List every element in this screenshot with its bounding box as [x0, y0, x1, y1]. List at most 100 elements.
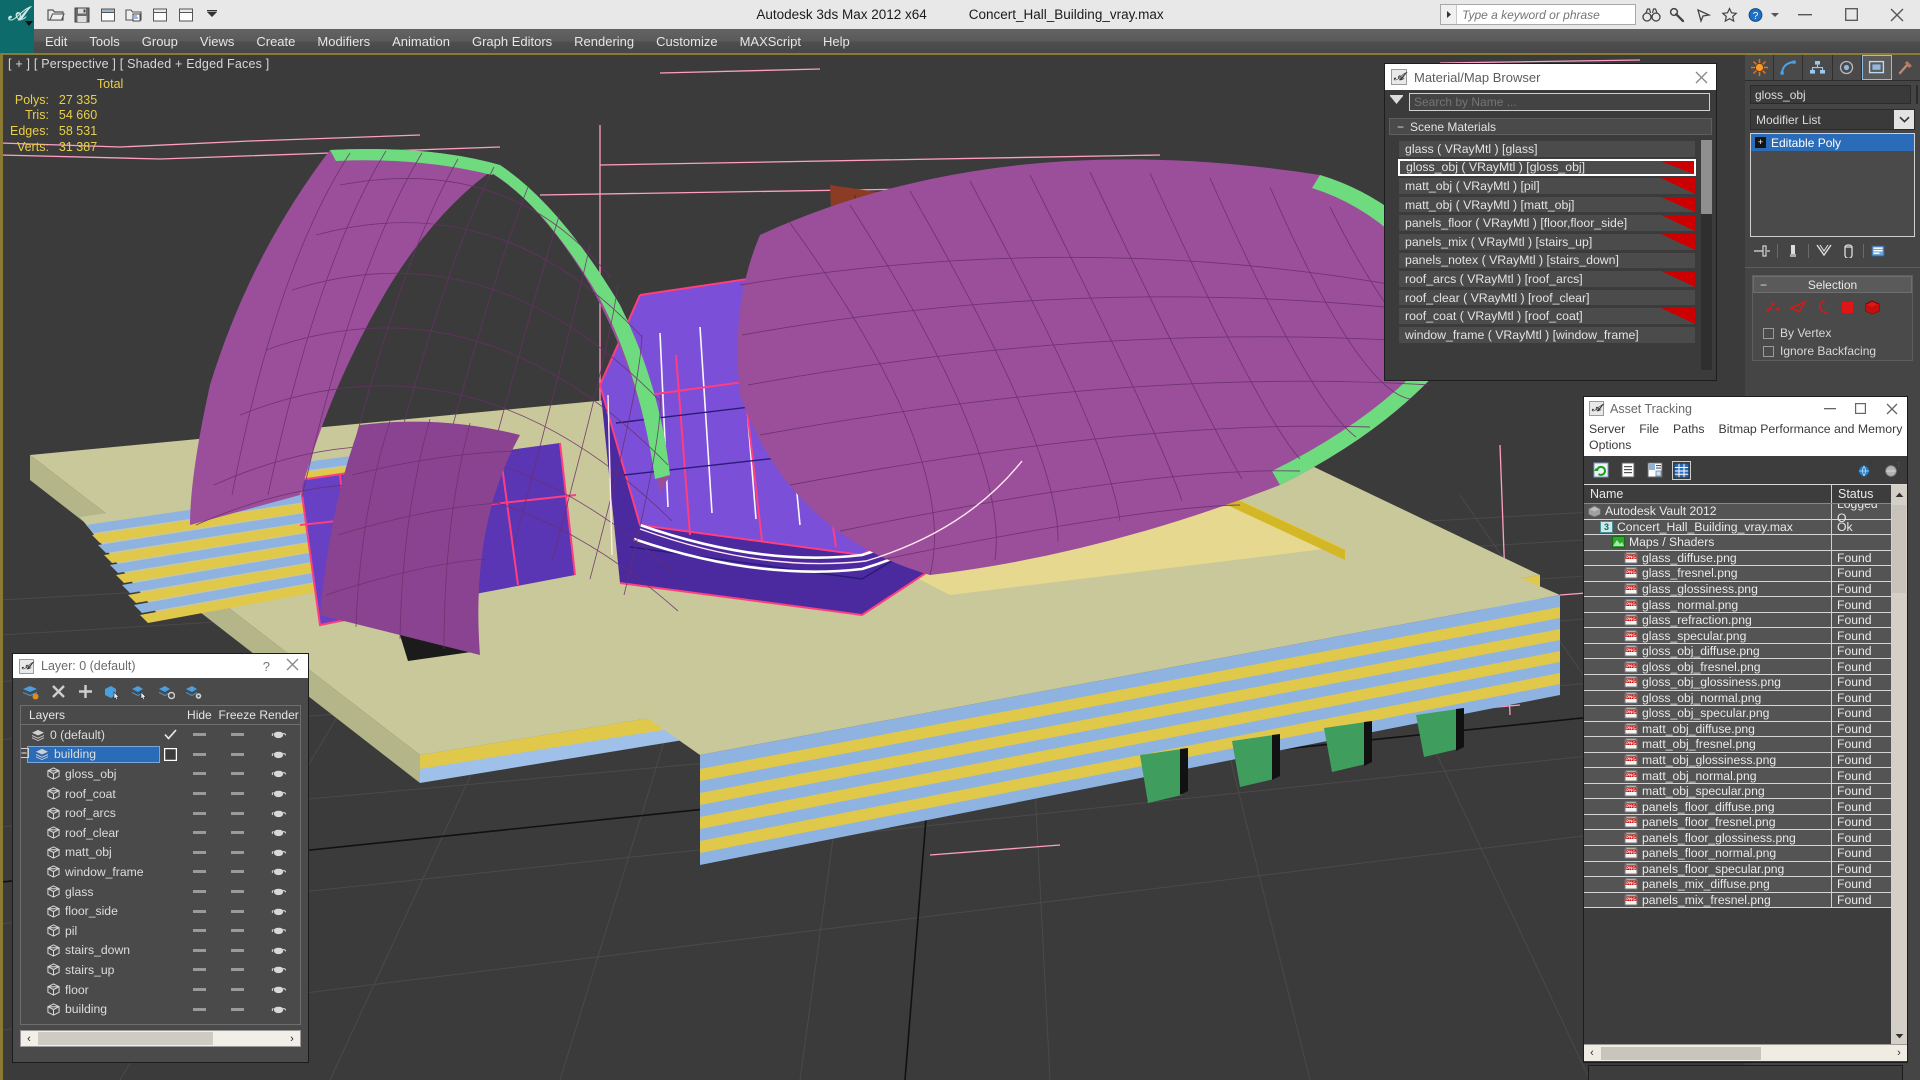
material-list-item[interactable]: panels_notex ( VRayMtl ) [stairs_down]: [1398, 251, 1696, 270]
layer-row[interactable]: matt_obj: [21, 843, 300, 863]
project-folder-icon[interactable]: [122, 3, 146, 26]
layer-row[interactable]: 0 (default): [21, 725, 300, 745]
freeze-toggle-cell[interactable]: [216, 850, 258, 854]
minimize-button[interactable]: [1782, 0, 1828, 29]
column-header-freeze[interactable]: Freeze: [216, 706, 258, 724]
render-toggle-cell[interactable]: [258, 729, 300, 740]
column-header-render[interactable]: Render: [258, 706, 300, 724]
modifier-list-dropdown[interactable]: Modifier List: [1750, 109, 1915, 130]
layer-row[interactable]: roof_coat: [21, 784, 300, 804]
menu-edit[interactable]: Edit: [34, 29, 78, 54]
help-question-icon[interactable]: ?: [263, 659, 270, 674]
add-layer-icon[interactable]: [76, 683, 94, 701]
new-scene-icon[interactable]: [96, 3, 120, 26]
remove-modifier-icon[interactable]: [1839, 242, 1857, 259]
render-toggle-cell[interactable]: [258, 827, 300, 838]
asset-table-row[interactable]: PNG glass_diffuse.png Found: [1584, 550, 1907, 567]
material-list[interactable]: glass ( VRayMtl ) [glass] gloss_obj ( VRa…: [1398, 140, 1696, 370]
layer-row[interactable]: roof_clear: [21, 823, 300, 843]
modifier-stack-item-editable-poly[interactable]: + Editable Poly: [1751, 134, 1914, 151]
freeze-toggle-cell[interactable]: [216, 1007, 258, 1011]
menu-create[interactable]: Create: [245, 29, 306, 54]
material-list-item[interactable]: matt_obj ( VRayMtl ) [matt_obj]: [1398, 195, 1696, 214]
asset-table-row[interactable]: PNG panels_mix_diffuse.png Found: [1584, 877, 1907, 893]
chevron-down-icon[interactable]: [1894, 110, 1914, 129]
wrench-icon[interactable]: [1664, 3, 1690, 27]
material-list-item[interactable]: panels_mix ( VRayMtl ) [stairs_up]: [1398, 232, 1696, 251]
layer-row[interactable]: stairs_up: [21, 960, 300, 980]
menu-file[interactable]: File: [1639, 421, 1667, 437]
close-button[interactable]: [1874, 0, 1920, 29]
close-icon[interactable]: [1692, 68, 1710, 86]
hide-toggle-cell[interactable]: [182, 831, 216, 835]
minimize-button[interactable]: [1814, 397, 1845, 420]
asset-table-row[interactable]: PNG panels_floor_diffuse.png Found: [1584, 799, 1907, 815]
menu-help[interactable]: Help: [812, 29, 861, 54]
polygon-sub-object-icon[interactable]: [1840, 300, 1855, 320]
material-list-item[interactable]: roof_arcs ( VRayMtl ) [roof_arcs]: [1398, 270, 1696, 288]
material-list-scrollbar[interactable]: [1701, 140, 1712, 370]
scrollbar-thumb[interactable]: [1892, 505, 1906, 593]
freeze-toggle-cell[interactable]: [216, 792, 258, 796]
expand-collapse-icon[interactable]: [21, 745, 29, 763]
layer-row[interactable]: stairs_down: [21, 941, 300, 961]
asset-table-hscrollbar[interactable]: ‹ ›: [1584, 1044, 1907, 1061]
menu-rendering[interactable]: Rendering: [563, 29, 645, 54]
close-icon[interactable]: [286, 658, 299, 676]
render-toggle-cell[interactable]: [258, 886, 300, 897]
freeze-toggle-cell[interactable]: [216, 948, 258, 952]
modify-tab[interactable]: [1774, 55, 1804, 80]
new-layer-icon[interactable]: [22, 683, 40, 701]
asset-table-row[interactable]: Autodesk Vault 2012 Logged O: [1584, 504, 1907, 525]
freeze-toggle-cell[interactable]: [216, 811, 258, 815]
checkbox-ignore-backfacing[interactable]: Ignore Backfacing: [1753, 342, 1912, 360]
scroll-left-icon[interactable]: ‹: [1584, 1047, 1600, 1059]
expand-plus-icon[interactable]: +: [1755, 137, 1766, 148]
checkbox-by-vertex[interactable]: By Vertex: [1753, 324, 1912, 342]
menu-options[interactable]: Options: [1589, 437, 1639, 453]
app-menu-caret-icon[interactable]: [25, 21, 33, 26]
asset-tracking-window[interactable]: 𝒜 Asset Tracking Server File Paths Bitma…: [1583, 396, 1911, 1080]
material-list-item[interactable]: matt_obj ( VRayMtl ) [pil]: [1398, 177, 1696, 195]
asset-table-row[interactable]: PNG matt_obj_diffuse.png Found: [1584, 721, 1907, 738]
object-name-input[interactable]: [1750, 85, 1911, 104]
render-toggle-cell[interactable]: [258, 925, 300, 936]
menu-paths[interactable]: Paths: [1673, 421, 1712, 437]
hide-toggle-cell[interactable]: [182, 890, 216, 894]
pen-tool-icon[interactable]: [1690, 3, 1716, 27]
menu-maxscript[interactable]: MAXScript: [729, 29, 812, 54]
hide-toggle-cell[interactable]: [182, 792, 216, 796]
menu-tools[interactable]: Tools: [78, 29, 130, 54]
material-map-browser[interactable]: 𝒜 Material/Map Browser − Scene Materials…: [1384, 63, 1717, 381]
search-input[interactable]: [1457, 5, 1635, 24]
material-list-item[interactable]: window_frame ( VRayMtl ) [window_frame]: [1398, 325, 1696, 344]
rollout-selection-header[interactable]: − Selection: [1753, 276, 1912, 293]
qat-more-icon[interactable]: [200, 3, 224, 26]
menu-bitmap-performance[interactable]: Bitmap Performance and Memory: [1719, 421, 1911, 437]
viewport-label[interactable]: [ + ] [ Perspective ] [ Shaded + Edged F…: [8, 57, 269, 71]
layer-row[interactable]: floor: [21, 980, 300, 1000]
asset-table-row[interactable]: PNG panels_floor_fresnel.png Found: [1584, 814, 1907, 831]
scrollbar-thumb[interactable]: [1701, 140, 1712, 214]
collapse-minus-icon[interactable]: −: [1397, 121, 1404, 133]
material-list-item[interactable]: gloss_obj ( VRayMtl ) [gloss_obj]: [1398, 158, 1696, 177]
render-toggle-cell[interactable]: [258, 808, 300, 819]
vertex-sub-object-icon[interactable]: [1765, 300, 1781, 319]
save-file-icon[interactable]: [70, 3, 94, 26]
layer-row[interactable]: glass: [21, 882, 300, 902]
hscrollbar-thumb[interactable]: [1601, 1047, 1761, 1060]
asset-table-row[interactable]: PNG matt_obj_glossiness.png Found: [1584, 752, 1907, 769]
hide-toggle-cell[interactable]: [182, 968, 216, 972]
configure-sets-icon[interactable]: [1870, 242, 1888, 259]
undo-icon[interactable]: [148, 3, 172, 26]
close-button[interactable]: [1876, 397, 1907, 420]
search-caret-icon[interactable]: [1441, 5, 1457, 24]
layer-row[interactable]: building: [21, 999, 300, 1019]
modifier-stack[interactable]: + Editable Poly: [1750, 133, 1915, 237]
application-menu-button[interactable]: 𝒜: [0, 0, 34, 29]
hide-toggle-cell[interactable]: [182, 948, 216, 952]
render-toggle-cell[interactable]: [258, 964, 300, 975]
collapse-minus-icon[interactable]: −: [1760, 279, 1767, 291]
asset-table-row[interactable]: 3 Concert_Hall_Building_vray.max Ok: [1584, 519, 1907, 536]
hide-toggle-cell[interactable]: [182, 772, 216, 776]
